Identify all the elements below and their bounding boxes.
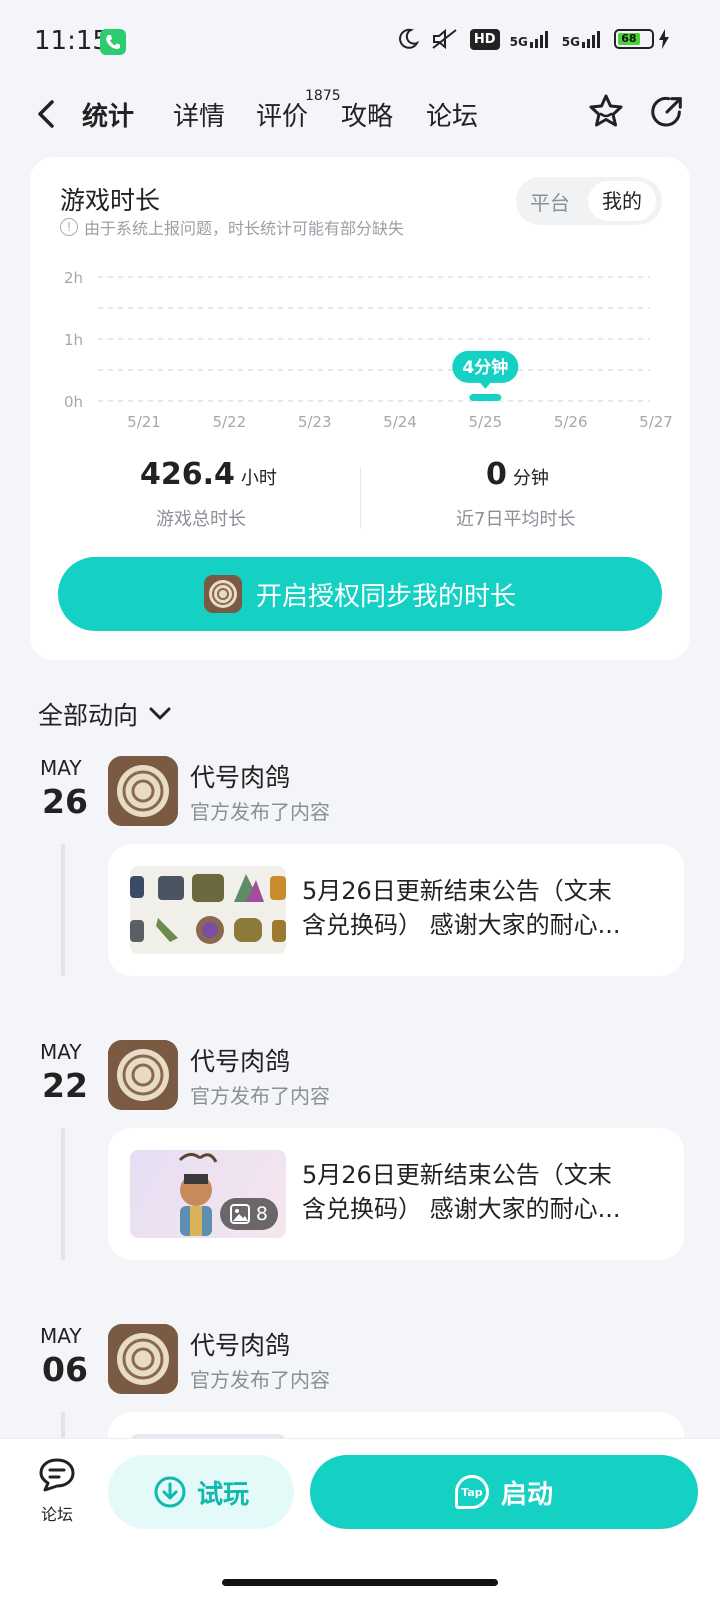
tab-forum[interactable]: 论坛 xyxy=(426,96,478,133)
back-arrow-icon[interactable] xyxy=(32,96,62,132)
bottom-action-bar: 论坛 试玩 Tap 启动 xyxy=(0,1438,720,1600)
forum-nav-label: 论坛 xyxy=(40,1505,73,1524)
feed-month: MAY xyxy=(40,1040,82,1064)
tab-details[interactable]: 详情 xyxy=(173,96,225,133)
feed-day: 06 xyxy=(42,1350,88,1389)
author-avatar[interactable] xyxy=(108,756,178,826)
sync-button-label: 开启授权同步我的时长 xyxy=(255,581,516,612)
author-avatar[interactable] xyxy=(108,1040,178,1110)
review-count-badge: 1875 xyxy=(305,88,341,104)
favorite-star-icon[interactable] xyxy=(586,92,626,132)
chart-x-tick-label: 5/26 xyxy=(554,413,588,431)
post-action: 官方发布了内容 xyxy=(190,1368,330,1392)
game-icon xyxy=(203,575,242,613)
playtime-card: 游戏时长 ! 由于系统上报问题，时长统计可能有部分缺失 平台 我的 0h 1h 2h… xyxy=(30,157,690,660)
chart-x-tick-label: 5/22 xyxy=(212,413,246,431)
post-thumbnail: 8 xyxy=(130,1150,286,1238)
chart-x-tick-label: 5/27 xyxy=(639,413,673,431)
forum-nav-button[interactable]: 论坛 xyxy=(36,1457,78,1525)
signal-bars-icon xyxy=(529,31,548,48)
card-title: 游戏时长 xyxy=(60,186,161,215)
mute-icon xyxy=(432,28,457,50)
post-action: 官方发布了内容 xyxy=(190,1084,330,1108)
image-icon xyxy=(229,1204,250,1224)
share-icon[interactable] xyxy=(648,92,686,132)
data-missing-note: ! 由于系统上报问题，时长统计可能有部分缺失 xyxy=(60,215,404,239)
chart-y-tick-label: 1h xyxy=(64,331,83,349)
total-playtime-label: 游戏总时长 xyxy=(156,509,246,530)
status-bar: 11:15 HD 5G 5G 68 xyxy=(0,0,720,80)
download-icon xyxy=(154,1476,186,1508)
moon-icon xyxy=(399,28,420,49)
status-time: 11:15 xyxy=(34,26,109,56)
platform-mine-toggle: 平台 我的 xyxy=(516,177,662,225)
chart-x-tick-label: 5/21 xyxy=(127,413,161,431)
author-name[interactable]: 代号肉鸽 xyxy=(190,758,290,794)
note-text: 由于系统上报问题，时长统计可能有部分缺失 xyxy=(84,219,405,238)
home-indicator[interactable] xyxy=(222,1579,498,1586)
chart-tooltip-label: 4分钟 xyxy=(462,357,508,378)
author-avatar[interactable] xyxy=(108,1324,178,1394)
post-action: 官方发布了内容 xyxy=(190,800,330,824)
post-title: 5月26日更新结束公告（文末 含兑换码） 感谢大家的耐心... xyxy=(302,877,621,939)
taptap-logo-icon: Tap xyxy=(454,1475,489,1509)
feed-filter-label: 全部动向 xyxy=(38,701,139,730)
phone-call-icon xyxy=(100,29,126,55)
tab-reviews[interactable]: 评价 xyxy=(256,96,308,133)
image-count-badge: 8 xyxy=(219,1198,278,1230)
total-playtime-value: 426.4 xyxy=(140,457,235,492)
signal-bars-icon xyxy=(582,31,600,48)
timeline-line xyxy=(61,844,65,976)
status-indicators: HD 5G 5G 68 xyxy=(396,27,670,51)
post-card[interactable]: 5月26日更新结束公告（文末 含兑换码） 感谢大家的耐心... xyxy=(108,844,684,976)
launch-label: 启动 xyxy=(500,1479,553,1510)
feed-day: 26 xyxy=(42,782,88,821)
post-title: 5月26日更新结束公告（文末 含兑换码） 感谢大家的耐心... xyxy=(302,1161,621,1223)
timeline-line xyxy=(61,1128,65,1260)
launch-game-button[interactable]: Tap 启动 xyxy=(310,1455,698,1529)
charging-icon xyxy=(659,29,669,49)
avg-playtime-label: 近7日平均时长 xyxy=(456,509,576,530)
tab-guides[interactable]: 攻略 xyxy=(341,96,393,133)
battery-indicator: 68 xyxy=(614,29,670,49)
hd-badge: HD xyxy=(469,28,500,50)
feed-month: MAY xyxy=(40,756,82,780)
chart-y-tick-label: 2h xyxy=(64,269,83,287)
avg-playtime: 0 分钟 xyxy=(486,457,549,492)
stats-divider xyxy=(360,467,361,529)
author-name[interactable]: 代号肉鸽 xyxy=(190,1326,290,1362)
avg-playtime-value: 0 xyxy=(486,457,507,492)
trial-play-button[interactable]: 试玩 xyxy=(108,1455,294,1529)
total-playtime: 426.4 小时 xyxy=(140,457,277,492)
chart-bar xyxy=(469,394,502,401)
info-icon: ! xyxy=(60,218,78,236)
signal-1: 5G xyxy=(510,30,552,48)
chart-x-tick-label: 5/23 xyxy=(298,413,332,431)
feed-month: MAY xyxy=(40,1324,82,1348)
post-card[interactable]: 8 5月26日更新结束公告（文末 含兑换码） 感谢大家的耐心... xyxy=(108,1128,684,1260)
chart-x-tick-label: 5/25 xyxy=(468,413,502,431)
feed-filter-dropdown[interactable]: 全部动向 xyxy=(38,696,172,732)
chart-tooltip-pointer xyxy=(479,381,492,389)
total-playtime-unit: 小时 xyxy=(240,468,277,489)
top-nav: 统计 详情 评价 1875 攻略 论坛 xyxy=(0,80,720,150)
post-thumbnail xyxy=(130,866,286,954)
tab-stats[interactable]: 统计 xyxy=(82,96,134,133)
toggle-mine[interactable]: 我的 xyxy=(588,181,656,221)
playtime-chart: 0h 1h 2h 5/21 5/22 5/23 5/24 5/25 4分钟 5/26 5/27 xyxy=(64,269,673,431)
author-name[interactable]: 代号肉鸽 xyxy=(190,1042,290,1078)
forum-chat-icon xyxy=(39,1458,75,1492)
battery-level: 68 xyxy=(618,33,640,45)
signal-2: 5G xyxy=(562,30,604,48)
avg-playtime-unit: 分钟 xyxy=(512,468,549,489)
toggle-platform[interactable]: 平台 xyxy=(530,187,570,216)
chart-x-tick-label: 5/24 xyxy=(383,413,417,431)
sync-playtime-button[interactable]: 开启授权同步我的时长 xyxy=(58,557,662,631)
feed-day: 22 xyxy=(42,1066,88,1105)
chevron-down-icon xyxy=(149,707,171,720)
chart-y-tick-label: 0h xyxy=(64,393,83,411)
trial-play-label: 试玩 xyxy=(196,1479,249,1510)
